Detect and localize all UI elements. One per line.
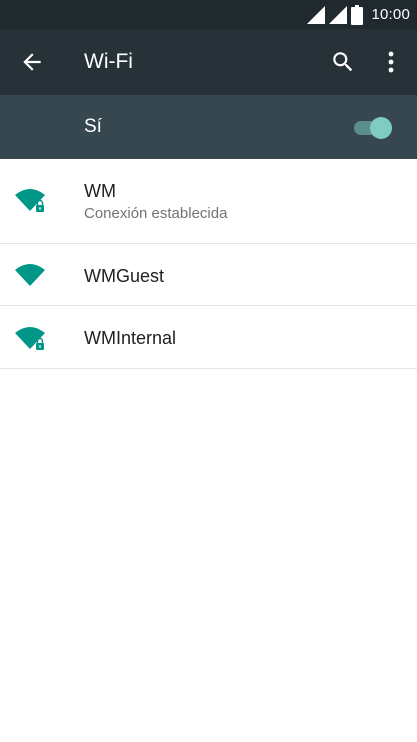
app-toolbar: Wi-Fi xyxy=(0,29,417,95)
network-name: WMInternal xyxy=(84,328,177,348)
wifi-icon xyxy=(15,264,45,286)
network-name: WM xyxy=(84,181,116,201)
toggle-thumb xyxy=(370,117,392,139)
wifi-lock-icon xyxy=(15,327,45,350)
more-vertical-icon[interactable] xyxy=(380,49,402,75)
network-item-wm[interactable]: WM Conexión establecida xyxy=(0,159,417,244)
search-icon[interactable] xyxy=(330,49,356,75)
signal-icon xyxy=(307,5,326,24)
status-time: 10:00 xyxy=(371,6,410,23)
status-bar: 10:00 xyxy=(0,0,417,29)
wifi-switch-label: Sí xyxy=(84,116,102,137)
network-list: WM Conexión establecida WMGuest WMIntern… xyxy=(0,159,417,369)
wifi-lock-icon xyxy=(15,189,45,212)
battery-icon xyxy=(351,4,364,25)
page-title: Wi-Fi xyxy=(84,50,133,73)
wifi-toggle[interactable] xyxy=(353,116,395,140)
wifi-master-switch-bar[interactable]: Sí xyxy=(0,95,417,159)
network-item-wmguest[interactable]: WMGuest xyxy=(0,244,417,306)
arrow-left-icon[interactable] xyxy=(19,49,45,75)
network-status: Conexión establecida xyxy=(84,205,228,222)
network-item-wminternal[interactable]: WMInternal xyxy=(0,306,417,369)
signal-icon xyxy=(329,5,348,24)
network-name: WMGuest xyxy=(84,266,165,286)
